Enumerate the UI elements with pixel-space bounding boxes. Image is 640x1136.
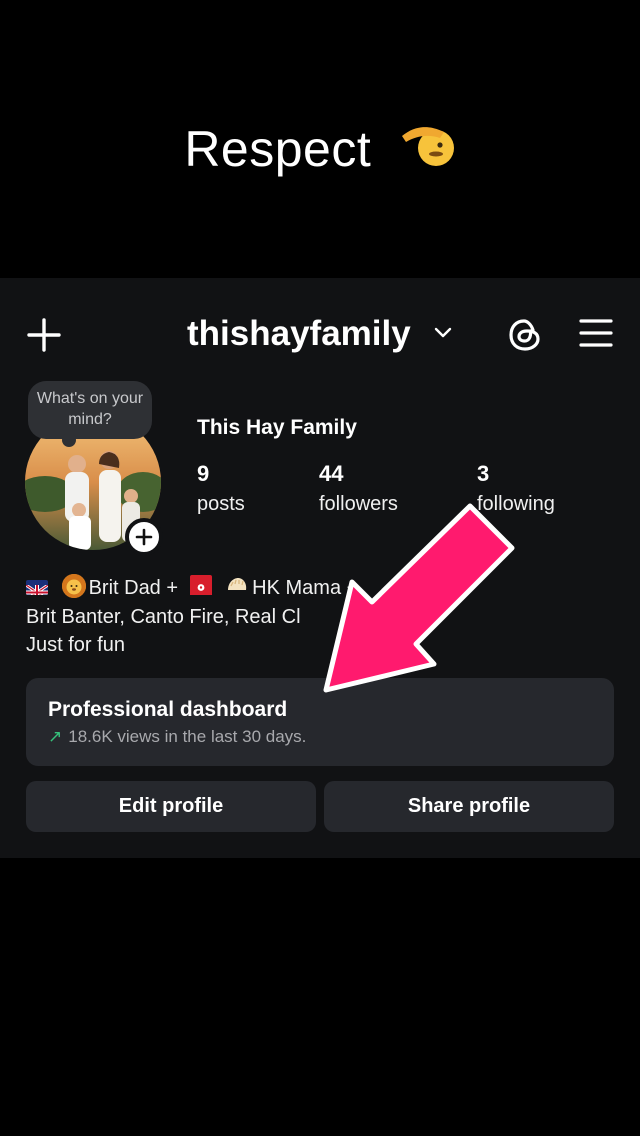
pink-arrow-annotation bbox=[323, 503, 515, 693]
saluting-face-icon bbox=[400, 118, 456, 186]
stat-label: posts bbox=[197, 493, 245, 515]
threads-icon[interactable] bbox=[506, 316, 544, 354]
chevron-down-icon[interactable] bbox=[434, 327, 452, 339]
trend-up-icon: ↗ bbox=[48, 727, 63, 746]
plus-icon[interactable] bbox=[27, 318, 61, 352]
bio-line-1: Brit Dad + HK Mama + bbox=[26, 574, 358, 603]
stat-value: 44 bbox=[319, 461, 344, 486]
uk-flag-icon bbox=[26, 580, 48, 595]
bio-text-dad: Brit Dad + bbox=[88, 577, 179, 599]
display-name: This Hay Family bbox=[197, 416, 357, 439]
plus-icon bbox=[135, 528, 153, 546]
posts-stat[interactable]: 9 posts bbox=[197, 461, 245, 516]
edit-profile-button[interactable]: Edit profile bbox=[26, 781, 316, 832]
dashboard-subtitle: ↗ 18.6K views in the last 30 days. bbox=[48, 727, 306, 747]
bio-line-3: Just for fun bbox=[26, 634, 125, 656]
dashboard-views-text: 18.6K views in the last 30 days. bbox=[68, 727, 307, 746]
profile-header: thishayfamily bbox=[0, 310, 640, 360]
bio: Brit Dad + HK Mama + Brit Banter, Canto … bbox=[26, 574, 358, 660]
caption: Respect bbox=[0, 118, 640, 186]
hk-flag-icon bbox=[189, 575, 212, 595]
note-bubble[interactable]: What's on your mind? bbox=[28, 381, 152, 447]
share-profile-button[interactable]: Share profile bbox=[324, 781, 614, 832]
stat-value: 9 bbox=[197, 461, 210, 486]
username-switcher[interactable]: thishayfamily bbox=[187, 314, 411, 354]
caption-text: Respect bbox=[184, 121, 372, 177]
lion-icon bbox=[61, 574, 86, 598]
menu-icon[interactable] bbox=[579, 318, 613, 348]
stat-value: 3 bbox=[477, 461, 490, 486]
add-story-button[interactable] bbox=[125, 518, 163, 556]
bio-line-2: Brit Banter, Canto Fire, Real Cl bbox=[26, 605, 301, 628]
dashboard-title: Professional dashboard bbox=[48, 698, 288, 721]
dumpling-icon bbox=[225, 574, 249, 598]
